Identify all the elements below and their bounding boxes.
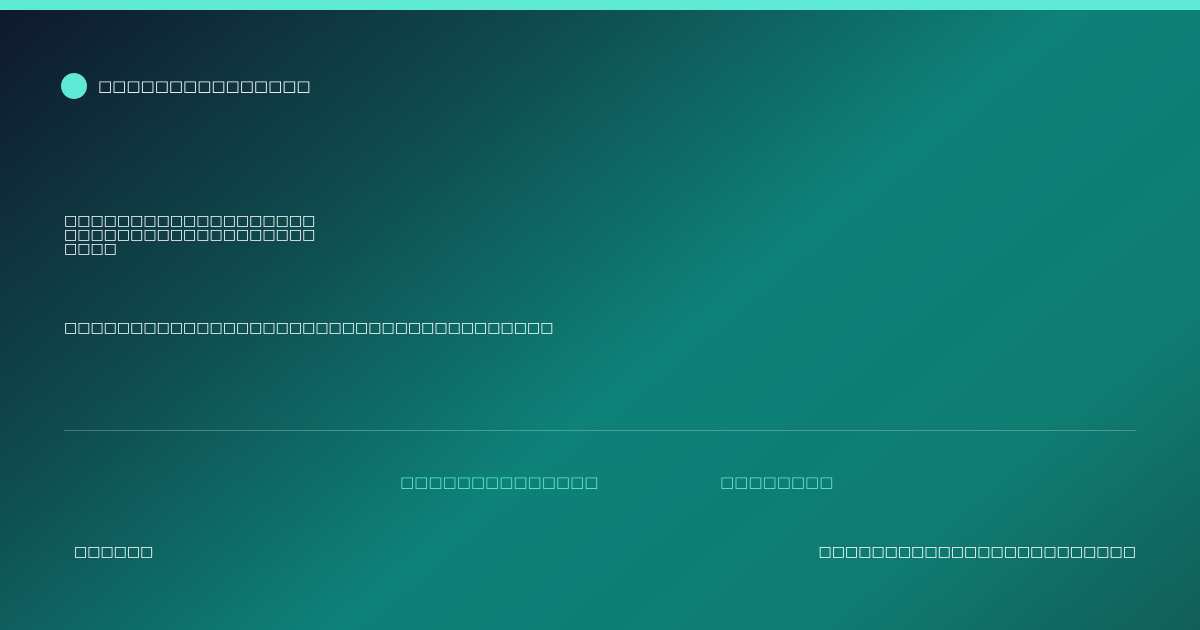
footer-right-text: □□□□□□□□□□□□□□□□□□□□□□□□ [818, 544, 1136, 560]
headline: □□□□□□□□□□□□□□□□□□□□□□□□□□□□□□□□□□□□□□□□… [64, 213, 316, 257]
link-secondary[interactable]: □□□□□□□□ [720, 474, 833, 490]
subheadline: □□□□□□□□□□□□□□□□□□□□□□□□□□□□□□□□□□□□□ [64, 320, 554, 336]
footer-left-text: □□□□□□ [74, 544, 154, 560]
divider [64, 430, 1136, 431]
brand: □□□□□□□□□□□□□□□ [61, 73, 311, 99]
brand-name: □□□□□□□□□□□□□□□ [98, 77, 311, 95]
top-accent-bar [0, 0, 1200, 10]
brand-dot-icon [61, 73, 87, 99]
link-primary[interactable]: □□□□□□□□□□□□□□ [400, 474, 598, 490]
